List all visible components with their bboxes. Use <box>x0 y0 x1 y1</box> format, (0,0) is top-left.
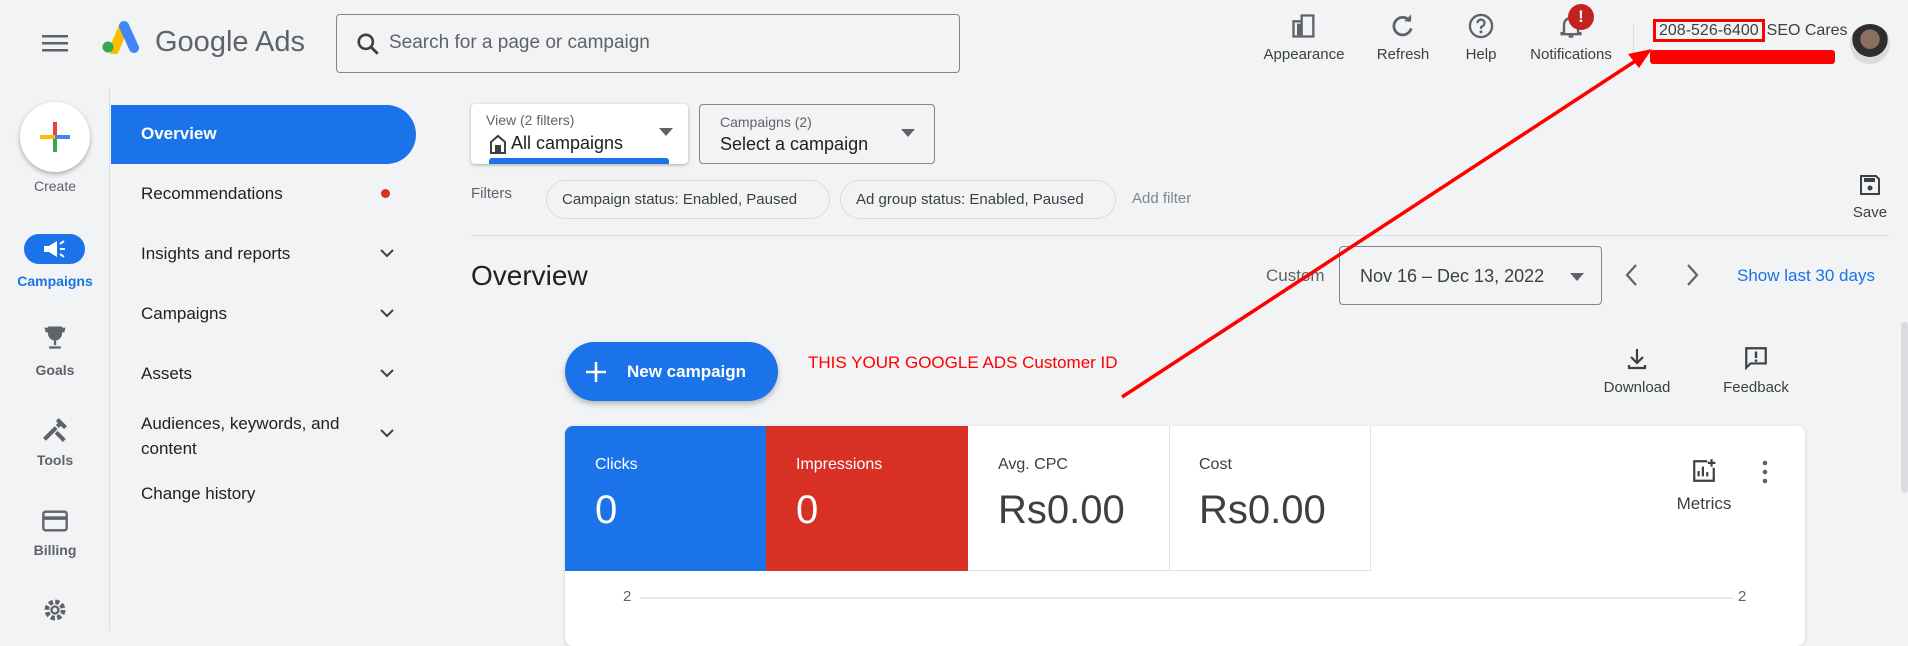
feedback-icon <box>1745 347 1767 371</box>
previous-period-icon[interactable] <box>1622 262 1642 288</box>
download-icon <box>1627 349 1647 370</box>
chart-gridline <box>640 597 1733 599</box>
account-name: SEO Cares <box>1766 22 1848 39</box>
range-label: Custom <box>1266 266 1325 285</box>
tools-icon[interactable] <box>41 416 69 444</box>
home-icon <box>490 134 506 154</box>
create-label: Create <box>33 178 77 194</box>
add-chart-icon <box>1693 459 1716 482</box>
nav-insights[interactable]: Insights and reports <box>141 244 290 264</box>
metrics-button[interactable]: Metrics <box>1664 458 1744 514</box>
google-ads-logo[interactable] <box>100 20 140 54</box>
page-title: Overview <box>471 260 588 291</box>
show-last-30-days-link[interactable]: Show last 30 days <box>1737 266 1875 286</box>
chevron-down-icon[interactable] <box>378 306 396 320</box>
chart-axis-left-label: 2 <box>623 588 632 605</box>
filter-chip-ad-group-status[interactable]: Ad group status: Enabled, Paused <box>840 180 1116 219</box>
billing-card-icon[interactable] <box>41 507 69 535</box>
scrollbar[interactable] <box>1901 322 1908 493</box>
menu-icon[interactable] <box>40 30 70 56</box>
save-button[interactable]: Save <box>1845 172 1895 221</box>
filters-label: Filters <box>471 185 512 202</box>
annotation-text: THIS YOUR GOOGLE ADS Customer ID <box>808 353 1118 372</box>
avatar[interactable] <box>1850 24 1890 64</box>
chevron-down-icon[interactable] <box>378 246 396 260</box>
date-range-picker[interactable]: Nov 16 – Dec 13, 2022 <box>1339 246 1602 305</box>
chart-axis-right-label: 2 <box>1738 588 1747 605</box>
megaphone-icon <box>43 240 65 258</box>
settings-gear-icon[interactable] <box>41 596 69 624</box>
plus-icon <box>40 122 70 152</box>
dropdown-arrow-icon <box>1570 273 1584 281</box>
filter-divider <box>471 235 1889 236</box>
campaigns-dropdown[interactable]: Campaigns (2) Select a campaign <box>699 104 935 164</box>
rail-billing-label[interactable]: Billing <box>0 542 110 558</box>
nav-campaigns[interactable]: Campaigns <box>141 304 227 324</box>
refresh-icon <box>1392 14 1413 37</box>
create-button[interactable] <box>20 102 90 172</box>
chevron-down-icon[interactable] <box>378 366 396 380</box>
search-input[interactable]: Search for a page or campaign <box>336 14 960 73</box>
next-period-icon[interactable] <box>1682 262 1702 288</box>
recommendations-dot <box>381 189 390 198</box>
metric-tile-impressions[interactable]: Impressions 0 <box>766 426 968 571</box>
metric-tile-cost[interactable]: Cost Rs0.00 <box>1169 426 1371 571</box>
plus-icon <box>586 361 606 382</box>
feedback-button[interactable]: Feedback <box>1716 345 1796 396</box>
redaction-bar <box>1650 50 1835 64</box>
new-campaign-button[interactable]: New campaign <box>565 342 778 401</box>
nav-assets[interactable]: Assets <box>141 364 192 384</box>
notification-badge: ! <box>1568 4 1594 30</box>
appearance-icon <box>1292 14 1315 38</box>
download-button[interactable]: Download <box>1597 347 1677 396</box>
header-divider <box>1633 24 1634 64</box>
view-dropdown[interactable]: View (2 filters) All campaigns <box>471 104 688 164</box>
chevron-down-icon[interactable] <box>378 426 396 440</box>
nav-recommendations[interactable]: Recommendations <box>141 184 283 204</box>
search-icon <box>357 33 379 55</box>
help-icon <box>1468 13 1494 39</box>
appearance-button[interactable]: Appearance <box>1254 12 1354 63</box>
save-icon <box>1860 175 1880 195</box>
trophy-icon[interactable] <box>41 323 69 351</box>
nav-change-history[interactable]: Change history <box>141 484 255 504</box>
nav-overview-label[interactable]: Overview <box>141 124 217 144</box>
view-underline <box>489 158 669 164</box>
customer-id: 208-526-6400 <box>1653 19 1765 42</box>
dropdown-arrow-icon <box>901 129 915 137</box>
dropdown-arrow-icon <box>659 128 673 136</box>
filter-chip-campaign-status[interactable]: Campaign status: Enabled, Paused <box>546 180 830 219</box>
rail-campaigns-label[interactable]: Campaigns <box>0 273 110 289</box>
metric-tile-clicks[interactable]: Clicks 0 <box>565 426 767 571</box>
rail-goals-label[interactable]: Goals <box>0 362 110 378</box>
search-placeholder: Search for a page or campaign <box>389 32 650 53</box>
metric-tile-avg-cpc[interactable]: Avg. CPC Rs0.00 <box>968 426 1170 571</box>
app-name: Google Ads <box>155 26 305 58</box>
account-switcher[interactable]: 208-526-6400 SEO Cares <box>1653 19 1848 42</box>
rail-campaigns-button[interactable] <box>24 234 85 264</box>
nav-audiences[interactable]: Audiences, keywords, and content <box>141 411 371 461</box>
rail-tools-label[interactable]: Tools <box>0 452 110 468</box>
add-filter-button[interactable]: Add filter <box>1132 190 1191 207</box>
help-button[interactable]: Help <box>1431 12 1531 63</box>
more-options-icon[interactable] <box>1757 459 1773 485</box>
